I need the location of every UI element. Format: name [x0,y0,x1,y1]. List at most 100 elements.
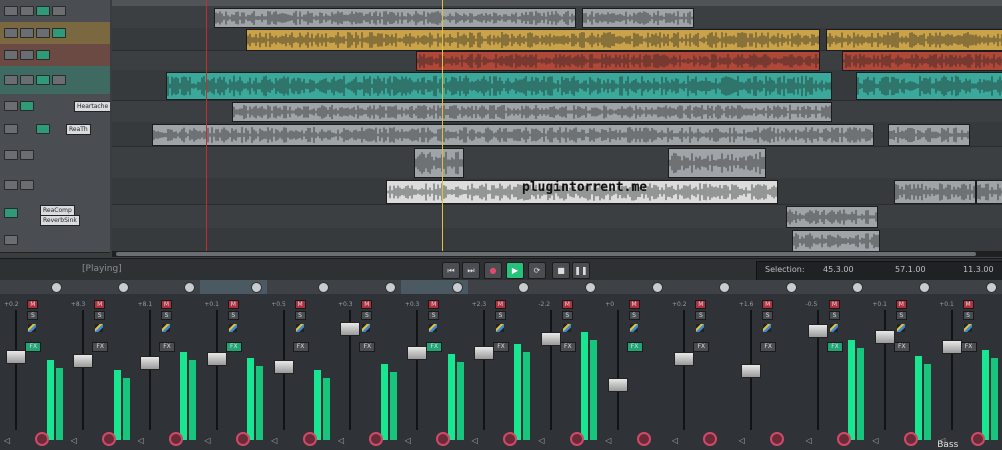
volume-fader[interactable] [340,322,361,336]
arrange-view[interactable]: plugintorrent.me [112,0,1002,258]
record-arm-button[interactable] [636,432,651,446]
mixer-channel-strip[interactable]: -0.5 M S FX ◁ [801,280,870,450]
media-item[interactable] [668,148,766,178]
track-header-2[interactable] [0,22,110,45]
phase-icon[interactable] [495,324,504,332]
volume-fader[interactable] [607,378,628,392]
volume-readout[interactable]: +0.1 [872,301,887,308]
play-button[interactable]: ▶ [506,262,524,279]
solo-button[interactable]: S [895,311,907,320]
pause-button[interactable]: ❚❚ [572,262,590,279]
mute-button[interactable]: M [227,300,239,309]
record-arm-button[interactable] [168,432,183,446]
record-arm-button[interactable] [569,432,584,446]
volume-readout[interactable]: +0.3 [338,301,353,308]
mute-button[interactable]: M [628,300,640,309]
phase-icon[interactable] [429,324,438,332]
mute-button[interactable]: M [762,300,774,309]
volume-fader[interactable] [874,330,895,344]
pan-knob[interactable] [718,282,730,293]
volume-fader[interactable] [206,352,227,366]
record-arm-button[interactable] [703,432,718,446]
route-icon[interactable]: ◁ [472,436,478,445]
solo-button[interactable]: S [294,311,306,320]
fx-button[interactable]: FX [292,342,309,352]
volume-readout[interactable]: +0.3 [405,301,420,308]
mixer-channel-strip[interactable]: +0 M S FX ◁ [601,280,669,450]
fx-button[interactable]: FX [626,342,643,352]
solo-button[interactable]: S [27,311,39,320]
mute-button[interactable]: M [895,300,907,309]
env-icon[interactable] [52,6,66,16]
route-icon[interactable]: ◁ [605,436,611,445]
record-arm-button[interactable] [502,432,517,446]
phase-icon[interactable] [28,324,37,332]
media-item[interactable] [842,51,1002,71]
fx-icon[interactable] [52,28,66,38]
solo-button[interactable]: S [361,311,373,320]
volume-readout[interactable]: +0.2 [4,301,19,308]
volume-fader[interactable] [741,364,762,378]
mixer-channel-strip[interactable]: +8.1 M S FX ◁ [133,280,202,450]
record-button[interactable]: ● [484,262,502,279]
mixer-channel-strip[interactable]: +0.5 M S FX ◁ [267,280,335,450]
fx-chain-label[interactable]: ReverbSink [40,215,80,226]
solo-button[interactable]: S [494,311,506,320]
mute-button[interactable]: M [94,300,106,309]
mute-button[interactable]: M [428,300,440,309]
record-arm-button[interactable] [970,432,985,446]
phase-icon[interactable] [95,324,104,332]
solo-button[interactable]: S [561,311,573,320]
record-arm-button[interactable] [836,432,851,446]
mixer-channel-strip[interactable]: +0.1 M S FX ◁ Bass [935,280,1002,450]
pan-knob[interactable] [384,282,396,293]
volume-fader[interactable] [941,340,962,354]
pan-knob[interactable] [985,282,997,293]
mixer-channel-strip[interactable]: +0.3 M S FX ◁ [334,280,402,450]
mute-icon[interactable] [20,50,34,60]
fx-icon[interactable] [4,208,18,218]
pan-knob[interactable] [651,282,663,293]
phase-icon[interactable] [963,324,972,332]
record-arm-icon[interactable] [4,124,18,134]
pan-knob[interactable] [117,282,129,293]
phase-icon[interactable] [295,324,304,332]
horizontal-scrollbar[interactable] [112,251,1002,257]
mute-button[interactable]: M [160,300,172,309]
fx-icon[interactable] [20,101,34,111]
volume-readout[interactable]: +0 [605,301,614,308]
mute-icon[interactable] [20,28,34,38]
record-arm-button[interactable] [369,432,384,446]
solo-button[interactable]: S [94,311,106,320]
mixer-channel-strip[interactable]: +0.3 M S FX ◁ [400,280,469,450]
phase-icon[interactable] [629,324,638,332]
media-item[interactable] [786,206,878,228]
fx-button[interactable]: FX [893,342,910,352]
mixer-channel-strip[interactable]: +0.1 M S FX ◁ [868,280,937,450]
fx-button[interactable]: FX [693,342,710,352]
phase-icon[interactable] [763,324,772,332]
media-item[interactable] [826,29,1002,51]
edit-cursor-marker[interactable] [206,0,207,252]
pan-knob[interactable] [50,282,62,293]
route-icon[interactable]: ◁ [739,436,745,445]
media-item[interactable] [166,72,832,100]
track-header-1[interactable] [0,0,110,23]
mixer-channel-strip[interactable]: +1.6 M S FX ◁ [734,280,803,450]
fx-icon[interactable] [36,6,50,16]
mixer-channel-strip[interactable]: +0.2 M S FX ◁ [0,280,68,450]
phase-icon[interactable] [161,324,170,332]
mute-button[interactable]: M [361,300,373,309]
fx-button[interactable]: FX [826,342,843,352]
track-header-7[interactable] [0,140,110,171]
volume-fader[interactable] [273,360,294,374]
record-arm-button[interactable] [770,432,785,446]
media-item[interactable] [232,102,832,122]
solo-icon[interactable] [52,75,66,85]
selection-start[interactable]: 45.3.00 [823,265,854,274]
mute-button[interactable]: M [27,300,39,309]
pan-knob[interactable] [317,282,329,293]
fx-button[interactable]: FX [760,342,777,352]
volume-fader[interactable] [6,350,27,364]
volume-fader[interactable] [674,352,695,366]
